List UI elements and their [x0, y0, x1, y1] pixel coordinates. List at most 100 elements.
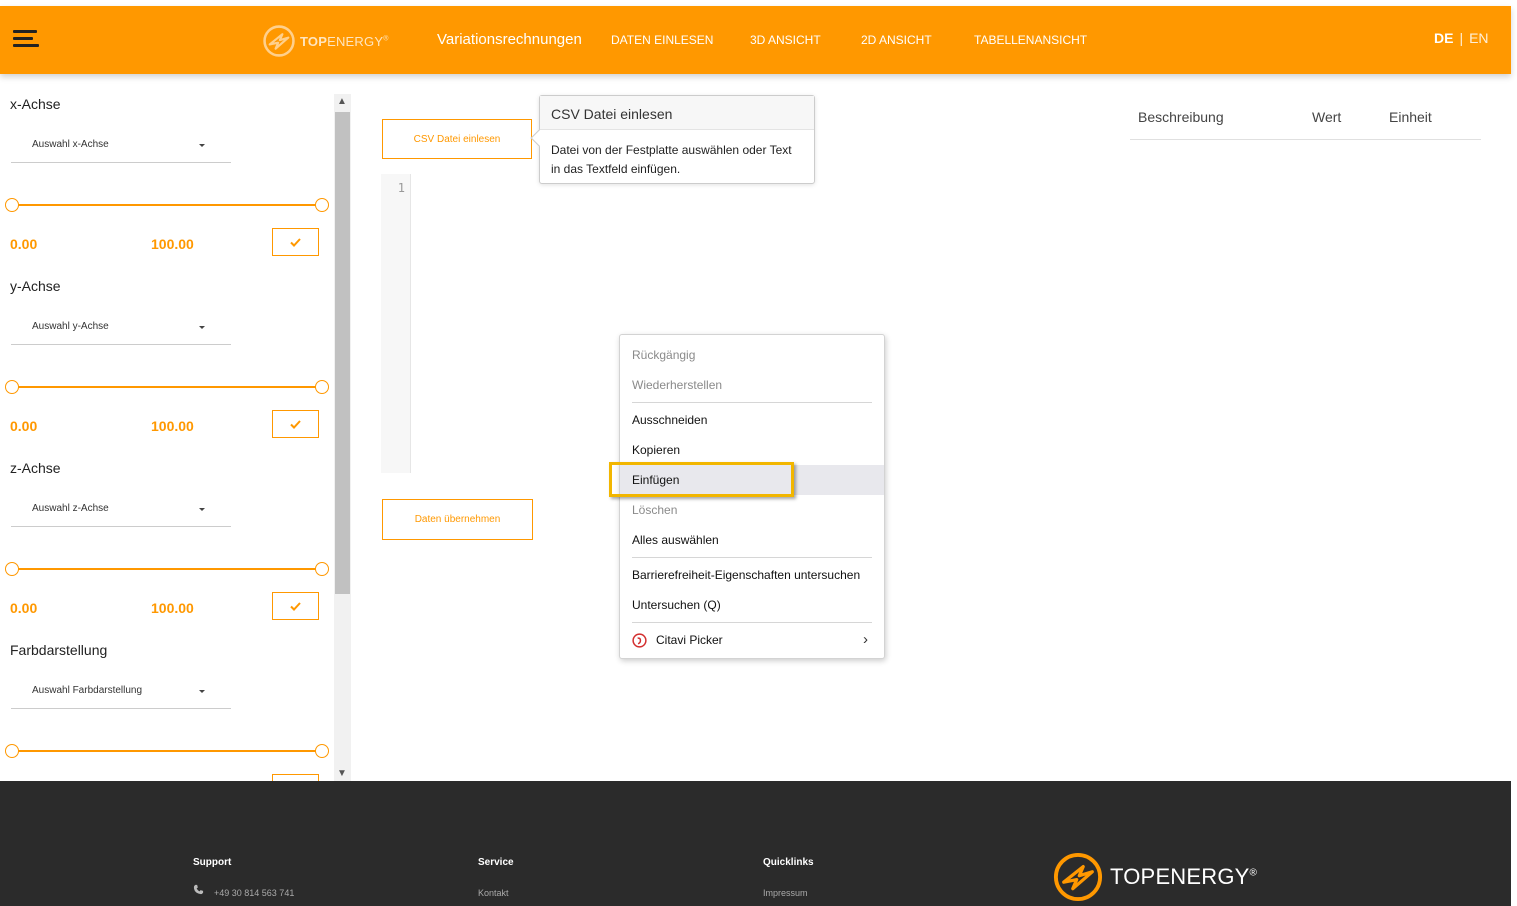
- y-axis-label: y-Achse: [10, 278, 61, 294]
- slider-min-handle[interactable]: [5, 562, 19, 576]
- chevron-right-icon: ›: [863, 631, 868, 648]
- topenergy-logo[interactable]: TOPENERGY®: [262, 24, 389, 58]
- menu-separator: [632, 622, 872, 623]
- sidebar-scrollbar[interactable]: ▲ ▼: [334, 94, 351, 781]
- nav-daten-einlesen[interactable]: DATEN EINLESEN: [611, 33, 713, 47]
- x-axis-select[interactable]: Auswahl x-Achse: [11, 129, 231, 163]
- caret-down-icon: [199, 326, 205, 329]
- slider-max-handle[interactable]: [315, 562, 329, 576]
- color-range-slider[interactable]: [5, 744, 329, 758]
- menu-separator: [632, 402, 872, 403]
- y-axis-max-value: 100.00: [151, 418, 194, 434]
- y-axis-apply-button[interactable]: [272, 410, 319, 438]
- footer-quicklinks-heading: Quicklinks: [763, 857, 814, 868]
- scroll-up-icon[interactable]: ▲: [337, 96, 347, 107]
- check-icon: [290, 601, 301, 611]
- x-axis-select-value: Auswahl x-Achse: [32, 139, 109, 150]
- column-header-wert[interactable]: Wert: [1312, 109, 1341, 125]
- slider-min-handle[interactable]: [5, 198, 19, 212]
- csv-help-tooltip: CSV Datei einlesen Datei von der Festpla…: [530, 95, 815, 184]
- line-number: 1: [397, 181, 405, 195]
- nav-3d-ansicht[interactable]: 3D ANSICHT: [750, 33, 821, 47]
- x-axis-label: x-Achse: [10, 96, 61, 112]
- x-axis-min-value: 0.00: [10, 236, 38, 252]
- z-axis-range-slider[interactable]: [5, 562, 329, 576]
- color-apply-button[interactable]: [272, 774, 319, 781]
- menu-item-copy[interactable]: Kopieren: [620, 435, 884, 465]
- z-axis-max-value: 100.00: [151, 600, 194, 616]
- footer-brand-name: TOPENERGY®: [1110, 864, 1258, 889]
- menu-item-delete[interactable]: Löschen: [620, 495, 884, 525]
- slider-min-handle[interactable]: [5, 744, 19, 758]
- y-axis-range-slider[interactable]: [5, 380, 329, 394]
- citavi-picker-label: Citavi Picker: [656, 633, 723, 647]
- footer-support-phone[interactable]: +49 30 814 563 741: [214, 888, 294, 898]
- menu-item-accessibility[interactable]: Barrierefreiheit-Eigenschaften untersuch…: [620, 560, 884, 590]
- brand-name: TOPENERGY®: [300, 33, 389, 49]
- slider-min-handle[interactable]: [5, 380, 19, 394]
- z-axis-apply-button[interactable]: [272, 592, 319, 620]
- scroll-down-icon[interactable]: ▼: [337, 768, 347, 779]
- phone-icon: [193, 884, 204, 895]
- z-axis-min-value: 0.00: [10, 600, 38, 616]
- lang-separator: |: [1459, 30, 1464, 46]
- slider-track: [11, 204, 323, 206]
- x-axis-range-slider[interactable]: [5, 198, 329, 212]
- slider-max-handle[interactable]: [315, 198, 329, 212]
- footer-support-heading: Support: [193, 857, 232, 868]
- footer-link-impressum[interactable]: Impressum: [763, 888, 808, 898]
- table-header-divider: [1130, 139, 1481, 140]
- context-menu: Rückgängig Wiederherstellen Ausschneiden…: [619, 334, 885, 659]
- menu-item-cut[interactable]: Ausschneiden: [620, 405, 884, 435]
- tooltip-title: CSV Datei einlesen: [540, 96, 814, 130]
- y-axis-select[interactable]: Auswahl y-Achse: [11, 311, 231, 345]
- axis-sidebar: x-Achse Auswahl x-Achse 0.00 100.00 y-Ac…: [0, 74, 334, 781]
- footer-service-heading: Service: [478, 857, 514, 868]
- language-switch: DE | EN: [1434, 30, 1489, 46]
- menu-item-inspect[interactable]: Untersuchen (Q): [620, 590, 884, 620]
- slider-track: [11, 750, 323, 752]
- citavi-icon: [632, 633, 647, 648]
- check-icon: [290, 419, 301, 429]
- caret-down-icon: [199, 508, 205, 511]
- menu-item-paste[interactable]: Einfügen: [620, 465, 884, 495]
- menu-separator: [632, 557, 872, 558]
- slider-max-handle[interactable]: [315, 744, 329, 758]
- hamburger-menu-icon[interactable]: [13, 30, 39, 50]
- z-axis-label: z-Achse: [10, 460, 61, 476]
- tooltip-arrow: [530, 129, 548, 147]
- x-axis-max-value: 100.00: [151, 236, 194, 252]
- nav-2d-ansicht[interactable]: 2D ANSICHT: [861, 33, 932, 47]
- lang-de[interactable]: DE: [1434, 30, 1453, 46]
- topenergy-logo-icon: [263, 25, 295, 57]
- window-edge: [1511, 0, 1517, 906]
- csv-text-editor[interactable]: 1: [381, 174, 411, 473]
- column-header-einheit[interactable]: Einheit: [1389, 109, 1432, 125]
- footer-logo[interactable]: TOPENERGY®: [1052, 851, 1257, 903]
- nav-tabellenansicht[interactable]: TABELLENANSICHT: [974, 33, 1087, 47]
- z-axis-select[interactable]: Auswahl z-Achse: [11, 493, 231, 527]
- slider-max-handle[interactable]: [315, 380, 329, 394]
- tooltip-body: Datei von der Festplatte auswählen oder …: [551, 143, 792, 176]
- page-footer: Support +49 30 814 563 741 Service Konta…: [0, 781, 1511, 906]
- menu-item-redo[interactable]: Wiederherstellen: [620, 370, 884, 400]
- scrollbar-thumb[interactable]: [335, 112, 350, 594]
- menu-item-select-all[interactable]: Alles auswählen: [620, 525, 884, 555]
- x-axis-apply-button[interactable]: [272, 228, 319, 256]
- color-mode-select[interactable]: Auswahl Farbdarstellung: [11, 675, 231, 709]
- slider-track: [11, 386, 323, 388]
- topenergy-logo-icon: [1053, 852, 1103, 902]
- menu-item-citavi-picker[interactable]: Citavi Picker ›: [620, 625, 884, 655]
- footer-link-kontakt[interactable]: Kontakt: [478, 888, 509, 898]
- z-axis-select-value: Auswahl z-Achse: [32, 503, 109, 514]
- lang-en[interactable]: EN: [1469, 30, 1488, 46]
- column-header-beschreibung[interactable]: Beschreibung: [1138, 109, 1224, 125]
- y-axis-select-value: Auswahl y-Achse: [32, 321, 109, 332]
- menu-item-undo[interactable]: Rückgängig: [620, 340, 884, 370]
- slider-track: [11, 568, 323, 570]
- check-icon: [290, 237, 301, 247]
- csv-upload-button[interactable]: CSV Datei einlesen: [382, 119, 532, 159]
- y-axis-min-value: 0.00: [10, 418, 38, 434]
- app-title: Variationsrechnungen: [437, 31, 582, 48]
- apply-data-button[interactable]: Daten übernehmen: [382, 499, 533, 540]
